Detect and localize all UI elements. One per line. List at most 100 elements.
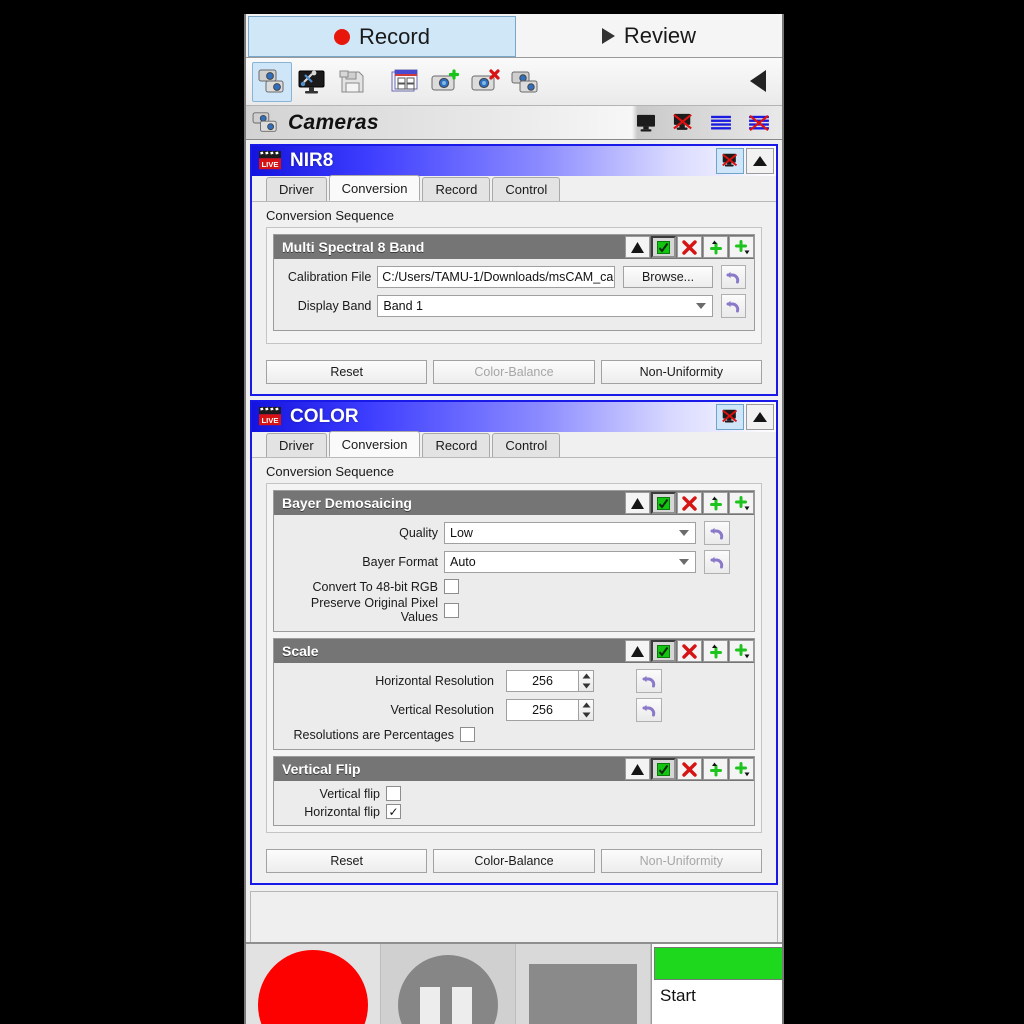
monitor-icon[interactable]: [636, 114, 656, 132]
camera-panel-color-name: COLOR: [290, 406, 359, 428]
toolbar-add-camera-button[interactable]: [426, 62, 466, 102]
stepper-up-icon[interactable]: [579, 671, 593, 681]
toolbar-multi-camera-button[interactable]: [506, 62, 546, 102]
camera-color-tabs: Driver Conversion Record Control: [252, 432, 776, 458]
enable-module-checkbox[interactable]: [651, 640, 676, 662]
add-below-button[interactable]: [729, 492, 754, 514]
add-above-icon: [708, 496, 724, 511]
move-up-button[interactable]: [625, 236, 650, 258]
stepper-buttons[interactable]: [578, 670, 594, 692]
status-indicator-bar: [654, 947, 784, 980]
enable-module-checkbox[interactable]: [651, 236, 676, 258]
move-up-button[interactable]: [625, 758, 650, 780]
preserve-original-checkbox[interactable]: [444, 603, 459, 618]
add-above-button[interactable]: [703, 640, 728, 662]
non-uniformity-button[interactable]: Non-Uniformity: [601, 360, 762, 384]
reset-button[interactable]: Reset: [266, 360, 427, 384]
cameras-icon: [252, 111, 280, 135]
list-disabled-icon[interactable]: [748, 114, 770, 132]
browse-button[interactable]: Browse...: [623, 266, 712, 288]
toolbar-remove-camera-button[interactable]: [466, 62, 506, 102]
collapse-panel-icon[interactable]: [750, 70, 766, 92]
camera-panel-color-titlebar[interactable]: LIVE COLOR: [252, 402, 776, 432]
module-action-buttons: [624, 492, 754, 514]
tab-conversion[interactable]: Conversion: [329, 175, 421, 201]
enable-module-checkbox[interactable]: [651, 492, 676, 514]
field-display-band: Display Band Band 1: [282, 294, 746, 318]
delete-module-button[interactable]: [677, 640, 702, 662]
revert-calibration-file-button[interactable]: [721, 265, 746, 289]
toolbar-tile-layout-button[interactable]: [386, 62, 426, 102]
tab-control-label: Control: [505, 438, 547, 453]
revert-quality-button[interactable]: [704, 521, 730, 545]
resolutions-percentages-checkbox[interactable]: [460, 727, 475, 742]
tab-review[interactable]: Review: [516, 14, 782, 57]
enable-module-checkbox[interactable]: [651, 758, 676, 780]
vertical-resolution-stepper[interactable]: 256: [506, 699, 594, 721]
quality-select[interactable]: Low: [444, 522, 696, 544]
add-below-icon: [734, 496, 750, 511]
stepper-buttons[interactable]: [578, 699, 594, 721]
toolbar-cameras-button[interactable]: [252, 62, 292, 102]
delete-module-button[interactable]: [677, 492, 702, 514]
delete-icon: [682, 240, 697, 255]
horizontal-resolution-stepper[interactable]: 256: [506, 670, 594, 692]
delete-module-button[interactable]: [677, 236, 702, 258]
pause-button[interactable]: [381, 944, 516, 1024]
module-header: Multi Spectral 8 Band: [274, 235, 754, 259]
monitor-disabled-icon[interactable]: [672, 113, 694, 133]
camera-nir8-collapse-button[interactable]: [746, 148, 774, 174]
tab-record[interactable]: Record: [422, 177, 490, 201]
tab-driver[interactable]: Driver: [266, 433, 327, 457]
module-header: Vertical Flip: [274, 757, 754, 781]
add-below-icon: [734, 240, 750, 255]
revert-display-band-button[interactable]: [721, 294, 746, 318]
move-up-button[interactable]: [625, 640, 650, 662]
add-above-button[interactable]: [703, 758, 728, 780]
move-up-button[interactable]: [625, 492, 650, 514]
camera-panel-nir8-titlebar[interactable]: LIVE NIR8: [252, 146, 776, 176]
stepper-up-icon[interactable]: [579, 700, 593, 710]
bayer-format-select[interactable]: Auto: [444, 551, 696, 573]
tab-record[interactable]: Record: [248, 16, 516, 57]
horizontal-flip-checkbox[interactable]: ✓: [386, 804, 401, 819]
tab-driver[interactable]: Driver: [266, 177, 327, 201]
horizontal-resolution-value[interactable]: 256: [506, 670, 578, 692]
color-balance-button[interactable]: Color-Balance: [433, 849, 594, 873]
camera-color-monitor-disabled-button[interactable]: [716, 404, 744, 430]
camera-color-collapse-button[interactable]: [746, 404, 774, 430]
vertical-flip-checkbox[interactable]: [386, 786, 401, 801]
add-below-button[interactable]: [729, 758, 754, 780]
list-icon[interactable]: [710, 114, 732, 132]
add-above-button[interactable]: [703, 492, 728, 514]
toolbar-monitor-settings-button[interactable]: [292, 62, 332, 102]
tab-record[interactable]: Record: [422, 433, 490, 457]
display-band-select[interactable]: Band 1: [377, 295, 712, 317]
stepper-down-icon[interactable]: [579, 681, 593, 691]
revert-horizontal-resolution-button[interactable]: [636, 669, 662, 693]
camera-nir8-monitor-disabled-button[interactable]: [716, 148, 744, 174]
convert-48bit-checkbox[interactable]: [444, 579, 459, 594]
move-up-icon: [630, 497, 645, 510]
tab-conversion[interactable]: Conversion: [329, 431, 421, 457]
monitor-settings-icon: [297, 68, 327, 96]
vertical-resolution-value[interactable]: 256: [506, 699, 578, 721]
calibration-file-input[interactable]: C:/Users/TAMU-1/Downloads/msCAM_calibera: [377, 266, 615, 288]
tab-control[interactable]: Control: [492, 177, 560, 201]
toolbar-save-button[interactable]: [332, 62, 372, 102]
main-tab-bar: Record Review: [246, 14, 782, 58]
add-below-button[interactable]: [729, 640, 754, 662]
status-panel: Start: [651, 944, 784, 1024]
stop-button[interactable]: [516, 944, 651, 1024]
non-uniformity-button: Non-Uniformity: [601, 849, 762, 873]
stepper-down-icon[interactable]: [579, 710, 593, 720]
revert-bayer-format-button[interactable]: [704, 550, 730, 574]
reset-button[interactable]: Reset: [266, 849, 427, 873]
revert-vertical-resolution-button[interactable]: [636, 698, 662, 722]
add-below-button[interactable]: [729, 236, 754, 258]
record-button[interactable]: [246, 944, 381, 1024]
delete-module-button[interactable]: [677, 758, 702, 780]
tab-control[interactable]: Control: [492, 433, 560, 457]
add-above-button[interactable]: [703, 236, 728, 258]
play-triangle-icon: [602, 28, 615, 44]
